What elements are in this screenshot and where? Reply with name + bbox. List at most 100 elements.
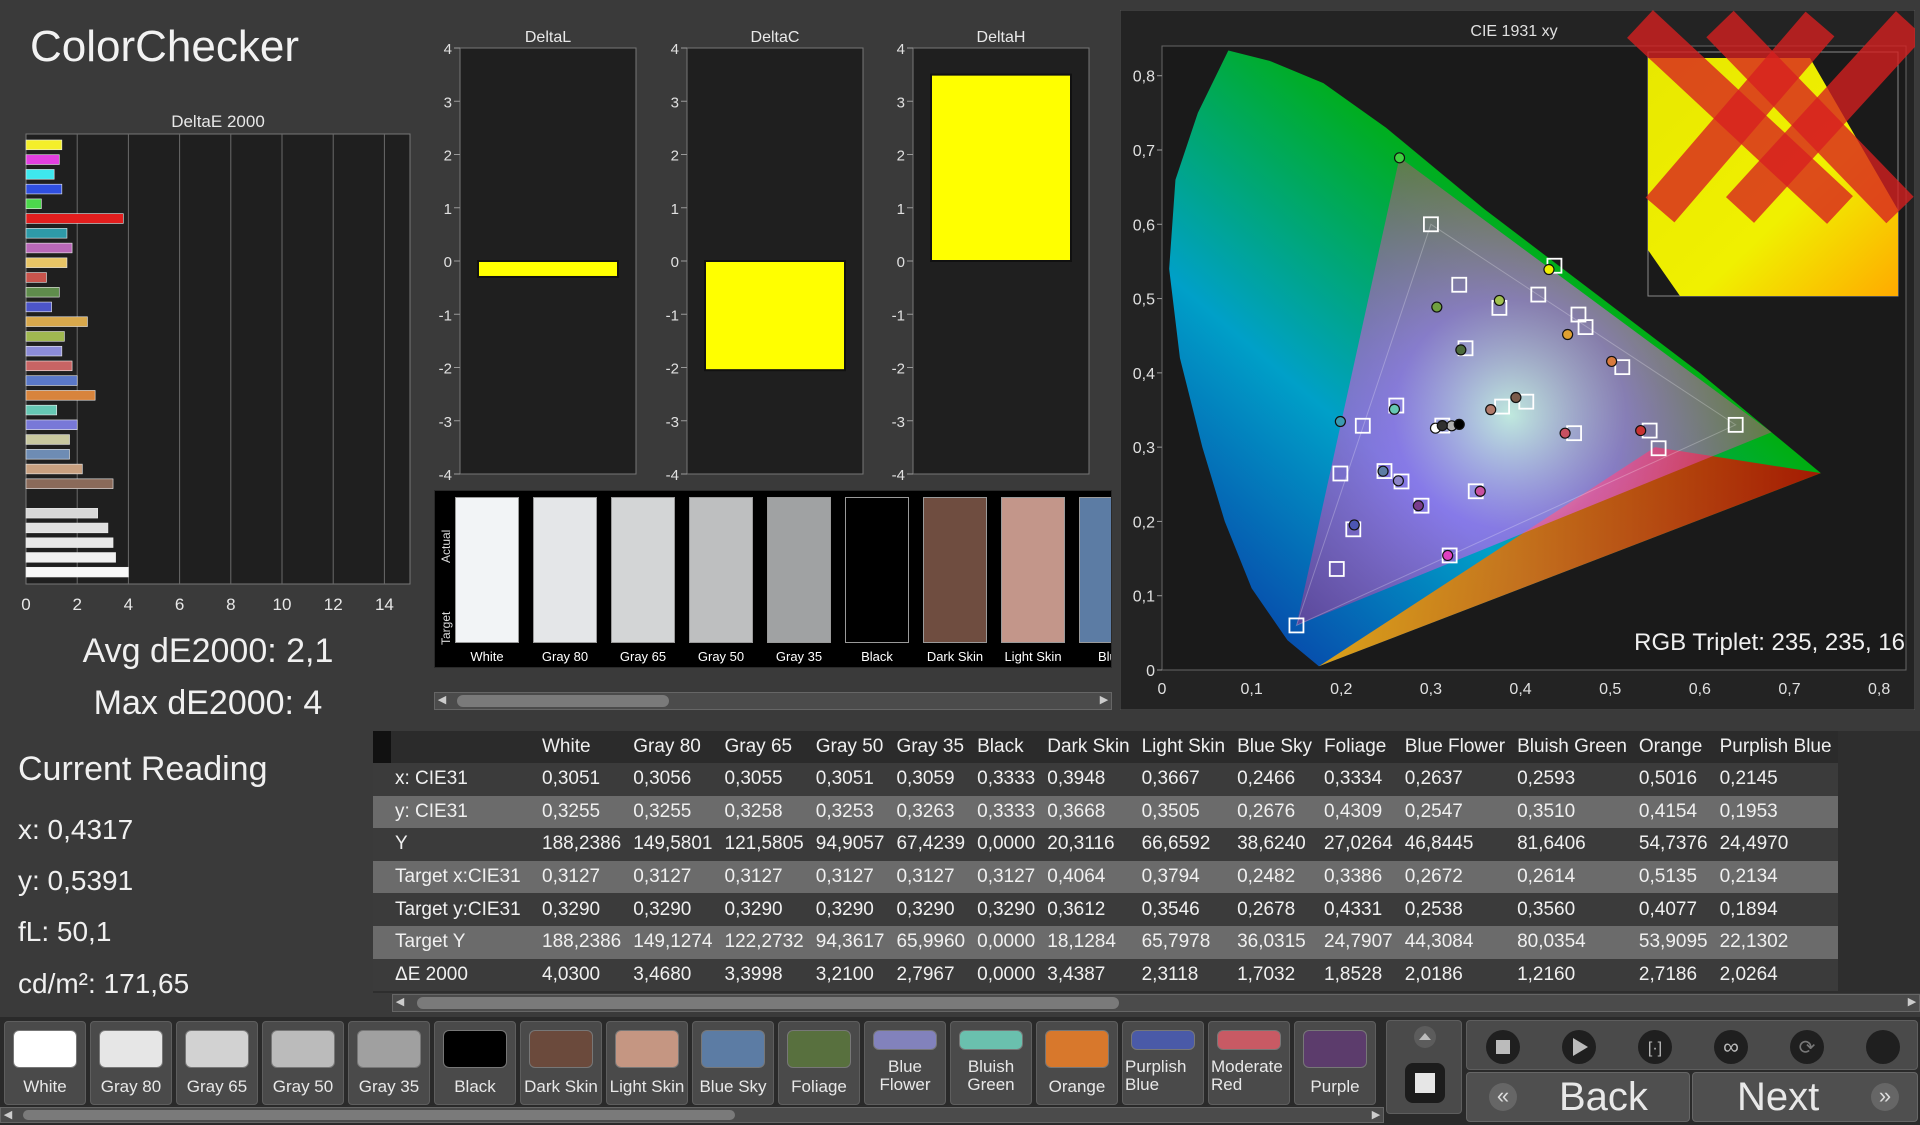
patch-button[interactable]: Foliage (778, 1021, 860, 1105)
bottom-scroll-left-icon[interactable]: ◀ (1, 1108, 15, 1121)
strip-swatch-label: Gray 65 (619, 649, 667, 664)
table-corner (373, 731, 391, 763)
table-cell: 0,3290 (971, 893, 1042, 926)
strip-swatch-label: White (470, 649, 504, 664)
deltae-chart-title: DeltaE 2000 (171, 112, 265, 131)
patch-label: Blue Sky (699, 1077, 767, 1096)
scroll-thumb[interactable] (457, 695, 669, 707)
strip-swatch-label: Light Skin (1004, 649, 1062, 664)
table-column-header: Purplish Blue (1713, 731, 1838, 763)
patch-button[interactable]: Purplish Blue (1122, 1021, 1204, 1105)
table-column-header (373, 731, 536, 763)
patch-button[interactable]: Purple (1294, 1021, 1376, 1105)
table-cell: 0,3290 (718, 893, 810, 926)
stop-measure-button[interactable] (1386, 1020, 1462, 1114)
table-cell: 67,4239 (890, 828, 972, 861)
table-cell: 0,3333 (971, 763, 1042, 796)
table-scroll-thumb[interactable] (417, 997, 1119, 1009)
table-row: y: CIE31 0,3255 0,3255 0,3258 0,3253 0,3263 0,… (373, 795, 1838, 829)
table-cell: 0,2676 (1231, 795, 1319, 829)
table-cell: 0,1894 (1713, 893, 1838, 926)
deltae-bar (25, 449, 70, 460)
patch-label: Gray 65 (186, 1077, 248, 1096)
playback-icons: [·] ∞ ⟳ (1486, 1030, 1900, 1064)
patch-button[interactable]: Gray 50 (262, 1021, 344, 1105)
next-button[interactable]: Next » (1692, 1072, 1918, 1122)
delta-bar (930, 73, 1072, 262)
table-cell: 22,1302 (1713, 925, 1838, 959)
table-cell: 0,0000 (971, 828, 1042, 861)
back-button[interactable]: « Back (1466, 1072, 1690, 1122)
deltae-bar (25, 301, 52, 313)
table-cell: 0,2678 (1231, 893, 1319, 926)
table-cell: 81,6406 (1511, 828, 1633, 861)
bottom-swatch-scrollbar[interactable]: ◀ ▶ (0, 1107, 1384, 1123)
cie-x-tick: 0,2 (1330, 681, 1352, 698)
patch-button[interactable]: Orange (1036, 1021, 1118, 1105)
strip-swatch-label: Blue (1097, 649, 1111, 664)
table-cell: 0,2637 (1398, 763, 1512, 796)
table-cell: 0,0000 (971, 958, 1042, 992)
patch-button[interactable]: Dark Skin (520, 1021, 602, 1105)
delta-tick-label: -4 (892, 467, 905, 482)
patch-button[interactable]: Moderate Red (1208, 1021, 1290, 1105)
table-cell: 3,3998 (718, 958, 810, 992)
deltae-tick-label: 10 (273, 595, 292, 614)
table-scroll-left-icon[interactable]: ◀ (393, 995, 407, 1008)
patch-button[interactable]: Blue Sky (692, 1021, 774, 1105)
table-scrollbar[interactable]: ◀ ▶ (392, 994, 1920, 1012)
patch-button[interactable]: Blue Flower (864, 1021, 946, 1105)
patch-button[interactable]: Black (434, 1021, 516, 1105)
deltae-bar (25, 198, 42, 209)
patch-color-chip (787, 1030, 851, 1068)
table-cell: 1,8528 (1318, 958, 1399, 992)
table-column-header: Gray 80 (627, 731, 719, 763)
table-cell: 0,3560 (1511, 893, 1633, 926)
patch-label: Red (1211, 1075, 1243, 1094)
table-row-label: Target y:CIE31 (373, 893, 536, 926)
table-cell: 0,3612 (1041, 893, 1136, 926)
delta-tick-label: 1 (671, 201, 679, 218)
patch-button[interactable]: Gray 80 (90, 1021, 172, 1105)
table-row: x: CIE31 0,3051 0,3056 0,3055 0,3051 0,3059 0,… (373, 763, 1838, 796)
patch-button[interactable]: Bluish Green (950, 1021, 1032, 1105)
patch-button[interactable]: Gray 65 (176, 1021, 258, 1105)
table-cell: 44,3084 (1398, 925, 1512, 959)
table-cell: 46,8445 (1398, 828, 1512, 861)
patch-label: Green (967, 1075, 1015, 1094)
delta-tick-label: 2 (897, 148, 905, 165)
swatch-strip-scrollbar[interactable]: ◀ ▶ (434, 692, 1112, 710)
table-cell: 94,9057 (809, 828, 891, 861)
measured-point (1606, 355, 1618, 368)
patch-label: Purplish (1125, 1057, 1187, 1076)
readings-table-panel: White Gray 80 Gray 65 Gray 50 Gray 35 Black Da… (373, 731, 1920, 993)
patch-color-chip (959, 1030, 1023, 1050)
delta-tick-label: 4 (444, 41, 452, 58)
scroll-right-icon[interactable]: ▶ (1097, 693, 1111, 706)
patch-button[interactable]: Gray 35 (348, 1021, 430, 1105)
deltae-bar (25, 139, 63, 151)
deltae-tick-label: 12 (324, 595, 343, 614)
scroll-left-icon[interactable]: ◀ (435, 693, 449, 706)
svg-text:⟳: ⟳ (1799, 1037, 1816, 1059)
patch-button[interactable]: White (4, 1021, 86, 1105)
table-cell: 2,3118 (1135, 958, 1232, 992)
table-cell: 0,2672 (1398, 860, 1512, 894)
bottom-scroll-thumb[interactable] (23, 1110, 735, 1120)
delta-tick-label: -4 (666, 467, 679, 482)
strip-swatch: Gray 65 (611, 497, 675, 664)
table-scroll-right-icon[interactable]: ▶ (1905, 995, 1919, 1008)
strip-swatch-color (767, 497, 831, 643)
table-cell: 122,2732 (718, 925, 810, 959)
strip-swatch: White (455, 497, 519, 664)
table-column-header: Foliage (1318, 731, 1399, 763)
table-cell: 0,3794 (1135, 860, 1232, 894)
table-cell: 0,3051 (809, 763, 891, 796)
deltae-bar (25, 213, 124, 224)
table-cell: 2,7186 (1632, 958, 1714, 992)
patch-button[interactable]: Light Skin (606, 1021, 688, 1105)
patch-label: Blue (1125, 1075, 1160, 1094)
bottom-scroll-right-icon[interactable]: ▶ (1369, 1108, 1383, 1121)
table-header-row: White Gray 80 Gray 65 Gray 50 Gray 35 Black Da… (373, 731, 1838, 763)
table-cell: 2,0186 (1398, 958, 1512, 992)
